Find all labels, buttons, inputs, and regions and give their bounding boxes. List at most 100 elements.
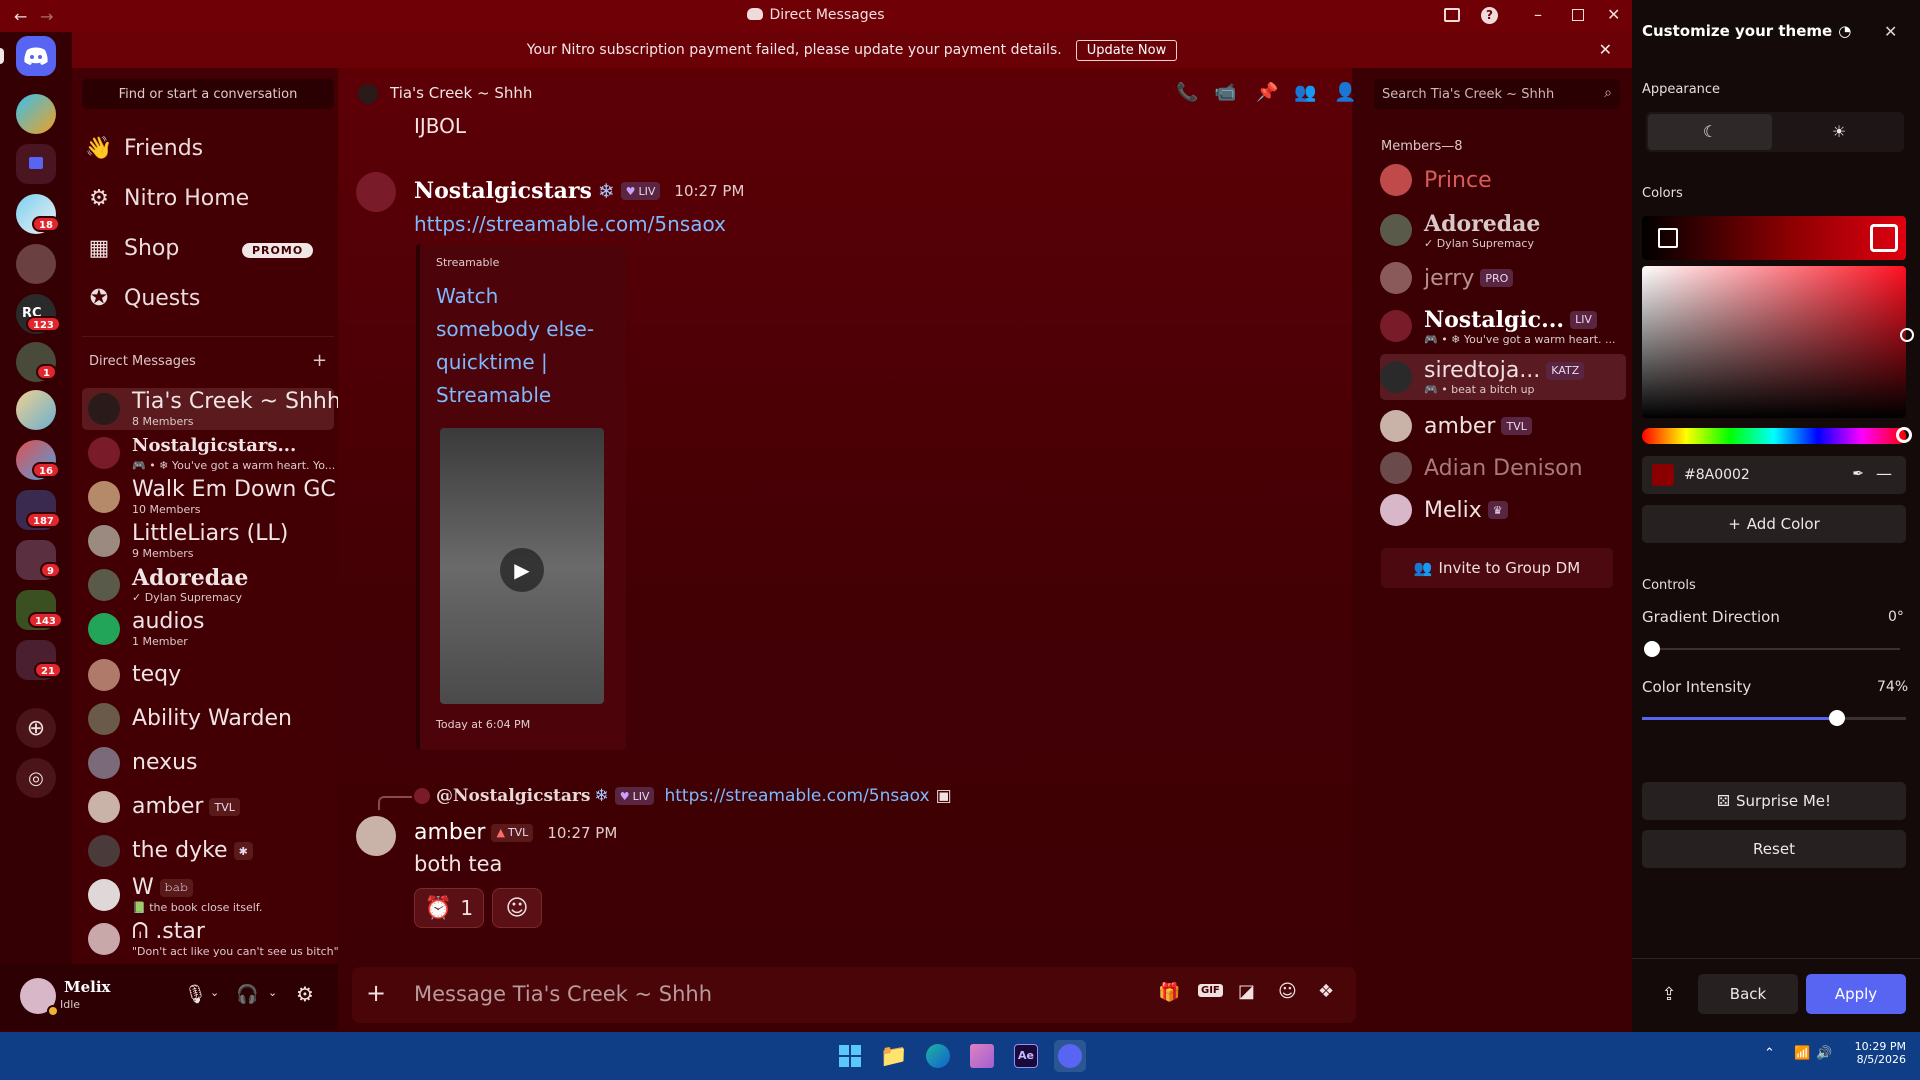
dm-item[interactable]: LittleLiars (LL) 9 Members — [82, 520, 334, 562]
message-link[interactable]: https://streamable.com/5nsaox — [414, 212, 726, 236]
hue-slider[interactable] — [1642, 427, 1912, 444]
dm-item[interactable]: Adoredae ✓ Dylan Supremacy — [82, 564, 334, 606]
video-call-icon[interactable]: 📹 — [1214, 82, 1236, 103]
app-icon[interactable] — [966, 1040, 998, 1072]
member-item[interactable]: jerry PRO — [1380, 258, 1626, 298]
color-stop-1[interactable] — [1658, 228, 1678, 248]
banner-close-icon[interactable]: ✕ — [1599, 40, 1612, 59]
hex-input[interactable]: #8A0002 ✒ — — [1642, 456, 1906, 494]
member-item[interactable]: Adoredae ✓ Dylan Supremacy — [1380, 210, 1626, 250]
dm-item[interactable]: nexus — [82, 742, 334, 784]
play-icon[interactable]: ▶ — [500, 548, 544, 592]
volume-icon[interactable]: 🔊 — [1816, 1046, 1832, 1061]
color-swatch[interactable] — [1652, 464, 1674, 486]
member-item[interactable]: Melix ♛ — [1380, 490, 1626, 530]
member-item[interactable]: siredtoja... KATZ 🎮 • beat a bitch up — [1380, 354, 1626, 400]
guild-tag[interactable]: ▲ TVL — [491, 823, 534, 842]
reply-link[interactable]: https://streamable.com/5nsaox — [664, 786, 929, 806]
update-now-button[interactable]: Update Now — [1075, 39, 1178, 61]
picker-handle[interactable] — [1900, 328, 1914, 342]
server-icon-3[interactable] — [16, 244, 56, 284]
nav-shop[interactable]: ▦ Shop — [88, 236, 180, 261]
dm-item[interactable]: amber TVL — [82, 786, 334, 828]
discord-taskbar-icon[interactable] — [1054, 1040, 1086, 1072]
dm-item[interactable]: ᕬ .star "Don't act like you can't see us… — [82, 918, 339, 960]
eyedropper-icon[interactable]: ✒ — [1852, 466, 1864, 482]
dm-item[interactable]: Walk Em Down GC 10 Members — [82, 476, 336, 518]
dm-item[interactable]: Tia's Creek ~ Shhh 8 Members — [82, 388, 341, 430]
dark-mode-moon-icon[interactable]: ☾ — [1648, 114, 1772, 150]
share-icon[interactable]: ⇪ — [1648, 974, 1690, 1014]
windows-start-icon[interactable] — [834, 1040, 866, 1072]
dm-item[interactable]: teqy — [82, 654, 334, 696]
message-composer[interactable]: + Message Tia's Creek ~ Shhh 🎁 GIF ◪ ☺ ❖ — [352, 967, 1356, 1023]
embed-video[interactable]: ▶ — [440, 428, 604, 704]
nav-quests[interactable]: ✪ Quests — [88, 286, 201, 311]
reset-button[interactable]: Reset — [1642, 830, 1906, 868]
hue-handle[interactable] — [1896, 427, 1912, 443]
color-intensity-slider[interactable] — [1642, 710, 1906, 726]
settings-gear-icon[interactable]: ⚙ — [296, 982, 314, 1006]
member-item[interactable]: Prince — [1380, 160, 1626, 200]
dm-item[interactable]: Ability Warden — [82, 698, 334, 740]
microphone-icon[interactable]: 🎙 — [184, 984, 207, 1005]
emoji-icon[interactable]: ☺ — [1278, 981, 1297, 1002]
attach-plus-icon[interactable]: + — [366, 979, 386, 1007]
dm-item[interactable]: W𝚋𝚊𝚋 📗 the book close itself. — [82, 874, 334, 916]
dm-item[interactable]: the dyke ✱ — [82, 830, 334, 872]
gif-icon[interactable]: GIF — [1198, 984, 1223, 997]
wifi-icon[interactable]: 📶 — [1794, 1046, 1810, 1061]
embed-title[interactable]: Watch somebody else-quicktime | Streamab… — [436, 280, 606, 412]
sticker-icon[interactable]: ◪ — [1238, 981, 1255, 1002]
nav-nitro-home[interactable]: ⚙ Nitro Home — [88, 186, 249, 211]
dm-item[interactable]: Nostalgicstars... 🎮 • ❄ You've got a war… — [82, 432, 335, 474]
minimize-button[interactable]: – — [1534, 5, 1542, 24]
gift-icon[interactable]: 🎁 — [1158, 982, 1180, 1003]
panel-close-icon[interactable]: ✕ — [1884, 22, 1897, 41]
nav-friends[interactable]: 👋 Friends — [85, 136, 203, 161]
pinned-messages-icon[interactable]: 📌 — [1256, 82, 1278, 103]
reply-author[interactable]: @Nostalgicstars — [436, 786, 590, 806]
add-server-button[interactable]: ⊕ — [16, 708, 56, 748]
remove-color-icon[interactable]: — — [1876, 464, 1892, 483]
find-conversation-button[interactable]: Find or start a conversation — [82, 79, 334, 109]
guild-tag[interactable]: ♥ LIV — [620, 182, 661, 200]
add-friends-icon[interactable]: 👥 — [1294, 82, 1316, 103]
maximize-button[interactable] — [1572, 9, 1584, 21]
tray-chevron-icon[interactable]: ⌃ — [1764, 1046, 1775, 1061]
member-list-icon[interactable]: 👤 — [1334, 82, 1356, 103]
saturation-picker[interactable] — [1642, 266, 1914, 418]
server-icon-6[interactable] — [16, 390, 56, 430]
slider-knob[interactable] — [1644, 641, 1660, 657]
headphones-icon[interactable]: 🎧 — [236, 984, 258, 1005]
add-reaction-button[interactable]: ☺ — [492, 888, 542, 928]
avatar[interactable] — [20, 978, 59, 1017]
apply-button[interactable]: Apply — [1806, 974, 1906, 1014]
light-mode-sun-icon[interactable]: ☀ — [1776, 114, 1902, 150]
create-dm-icon[interactable]: + — [312, 350, 327, 371]
color-stop-2[interactable] — [1870, 224, 1898, 252]
chevron-down-icon[interactable]: ⌄ — [268, 986, 277, 999]
invite-group-dm-button[interactable]: 👥 Invite to Group DM — [1381, 548, 1613, 588]
close-window-button[interactable]: ✕ — [1607, 5, 1620, 24]
server-folder-icon[interactable] — [16, 144, 56, 184]
hex-value[interactable]: #8A0002 — [1684, 467, 1750, 483]
apps-icon[interactable]: ❖ — [1318, 981, 1334, 1002]
member-item[interactable]: amber TVL — [1380, 406, 1626, 446]
avatar[interactable] — [356, 172, 396, 212]
message-author[interactable]: amber — [414, 820, 485, 845]
file-explorer-icon[interactable]: 📁 — [878, 1040, 910, 1072]
member-item[interactable]: Nostalgic... LIV 🎮 • ❄ You've got a warm … — [1380, 306, 1626, 346]
after-effects-icon[interactable]: Ae — [1010, 1040, 1042, 1072]
dm-item[interactable]: audios 1 Member — [82, 608, 334, 650]
edge-browser-icon[interactable] — [922, 1040, 954, 1072]
avatar[interactable] — [356, 816, 396, 856]
reaction-alarm[interactable]: ⏰ 1 — [414, 888, 484, 928]
chevron-down-icon[interactable]: ⌄ — [210, 986, 219, 999]
member-item[interactable]: Adian Denison — [1380, 448, 1626, 488]
message-author[interactable]: Nostalgicstars — [414, 178, 592, 204]
inbox-icon[interactable] — [1444, 8, 1460, 22]
gradient-direction-slider[interactable] — [1644, 641, 1900, 657]
discord-home-button[interactable] — [16, 36, 56, 76]
discover-compass-icon[interactable]: ◎ — [16, 758, 56, 798]
